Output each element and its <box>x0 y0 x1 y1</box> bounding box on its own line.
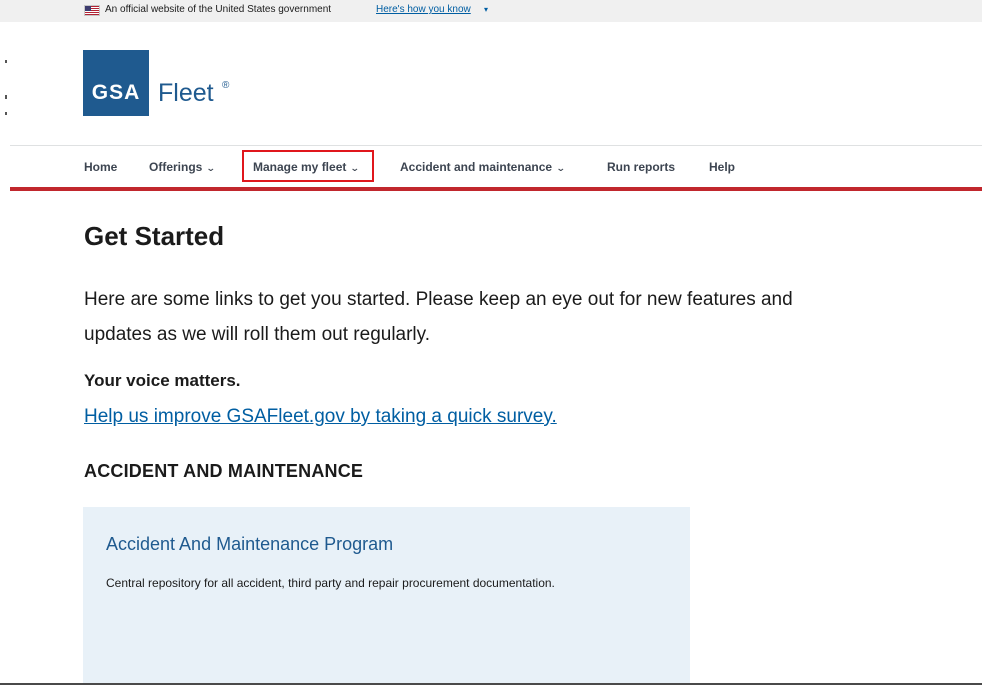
nav-item-help[interactable]: Help <box>709 160 735 174</box>
gov-banner: An official website of the United States… <box>0 0 982 22</box>
nav-item-label: Home <box>84 160 118 174</box>
nav-item-label: Help <box>709 160 736 174</box>
manage-my-fleet-highlight-box <box>242 150 374 182</box>
nav-divider <box>10 145 982 146</box>
gsa-logo-text: GSA <box>91 81 141 104</box>
intro-text: Here are some links to get you started. … <box>84 289 793 345</box>
gsa-logo[interactable]: GSA <box>83 50 149 116</box>
chevron-down-icon[interactable]: ▾ <box>484 5 488 14</box>
accident-maintenance-card[interactable]: Accident And Maintenance Program Central… <box>83 507 690 685</box>
nav-item-offerings[interactable]: Offerings ⌄ <box>149 160 217 175</box>
fleet-brand-text[interactable]: Fleet <box>158 78 214 108</box>
section-title-accident-maintenance: ACCIDENT AND MAINTENANCE <box>84 461 364 481</box>
survey-link[interactable]: Help us improve GSAFleet.gov by taking a… <box>84 404 557 430</box>
nav-item-accident-and-maintenance[interactable]: Accident and maintenance ⌄ <box>400 160 566 175</box>
us-flag-icon <box>84 5 100 16</box>
chevron-down-icon: ⌄ <box>206 163 217 173</box>
chevron-down-icon: ⌄ <box>555 163 566 173</box>
gov-banner-text: An official website of the United States… <box>105 4 332 15</box>
card-title-link[interactable]: Accident And Maintenance Program <box>106 533 393 555</box>
nav-item-label: Accident and maintenance <box>400 160 553 174</box>
registered-mark: ® <box>222 80 230 91</box>
nav-item-home[interactable]: Home <box>84 160 117 174</box>
nav-accent-bar <box>10 187 982 191</box>
edge-artifact <box>5 60 7 63</box>
nav-item-label: Offerings <box>149 160 203 174</box>
nav-item-run-reports[interactable]: Run reports <box>607 160 675 174</box>
edge-artifact <box>5 112 7 115</box>
voice-title: Your voice matters. <box>84 371 241 390</box>
heres-how-you-know-link[interactable]: Here's how you know <box>376 4 471 16</box>
edge-artifact <box>5 95 7 99</box>
page-title: Get Started <box>84 221 225 251</box>
page: An official website of the United States… <box>0 0 982 685</box>
nav-item-label: Run reports <box>607 160 676 174</box>
card-description: Central repository for all accident, thi… <box>106 576 555 590</box>
